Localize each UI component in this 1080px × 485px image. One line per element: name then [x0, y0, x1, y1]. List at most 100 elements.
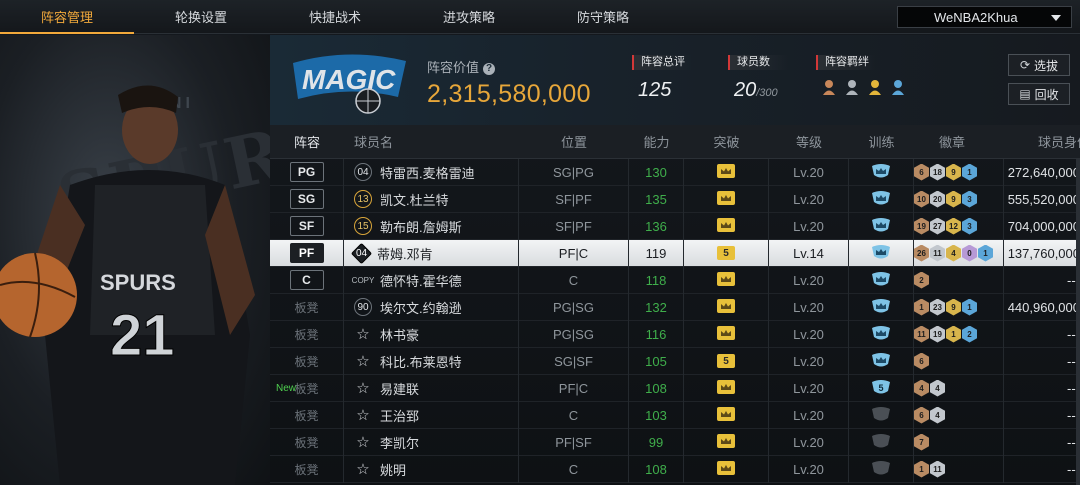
table-row[interactable]: SF 15 勒布朗.詹姆斯 SF|PF 136 Lv.20 19 27 12 3 704,000,0… [270, 212, 1080, 240]
recycle-button[interactable]: ▤ 回收 [1008, 83, 1070, 105]
training-cell[interactable]: 5 [849, 374, 914, 402]
training-cell[interactable] [849, 401, 914, 429]
tab-offense[interactable]: 进攻策略 [402, 0, 536, 34]
player-name-cell[interactable]: 13 凯文.杜兰特 [344, 185, 519, 213]
training-cell[interactable] [849, 428, 914, 456]
badge-icon: 3 [962, 217, 977, 235]
badges-cell[interactable]: 64 [914, 401, 1004, 429]
tab-defense[interactable]: 防守策略 [536, 0, 670, 34]
bond-icon-2[interactable] [843, 78, 861, 96]
player-name-cell[interactable]: ☆ 姚明 [344, 455, 519, 483]
breakthrough-cell[interactable]: 5 [684, 347, 769, 375]
training-cell[interactable] [849, 455, 914, 483]
breakthrough-cell[interactable] [684, 320, 769, 348]
badges-cell[interactable]: 6 [914, 347, 1004, 375]
training-cell[interactable] [849, 212, 914, 240]
lineup-slot[interactable]: 板凳 [270, 401, 344, 429]
training-cell[interactable] [849, 347, 914, 375]
training-cell[interactable] [849, 239, 914, 267]
player-name-cell[interactable]: 90 埃尔文.约翰逊 [344, 293, 519, 321]
badges-cell[interactable]: 2 [914, 266, 1004, 294]
breakthrough-cell[interactable]: 5 [684, 239, 769, 267]
lineup-slot[interactable]: SF [270, 212, 344, 240]
lineup-slot[interactable]: PF [270, 239, 344, 267]
table-row[interactable]: 板凳 ☆ 李凯尔 PF|SF 99 Lv.20 7 --- [270, 428, 1080, 456]
training-icon [871, 352, 891, 371]
crown-icon [717, 460, 735, 478]
lineup-slot[interactable]: 板凳 [270, 320, 344, 348]
tab-quick-tactics[interactable]: 快捷战术 [268, 0, 402, 34]
svg-text:21: 21 [110, 303, 175, 368]
table-row[interactable]: PG 04 特雷西.麦格雷迪 SG|PG 130 Lv.20 6 18 9 1 272,640,00… [270, 158, 1080, 186]
breakthrough-cell[interactable] [684, 266, 769, 294]
player-level: Lv.20 [769, 401, 849, 429]
player-name-cell[interactable]: ☆ 王治郅 [344, 401, 519, 429]
training-cell[interactable] [849, 320, 914, 348]
training-cell[interactable] [849, 185, 914, 213]
table-row[interactable]: 板凳 ☆ 姚明 C 108 Lv.20 1 11 --- [270, 455, 1080, 483]
table-row[interactable]: PF 04 蒂姆.邓肯 PF|C 119 5 Lv.14 26 11 4 0 1 137,760,000 [270, 239, 1080, 267]
breakthrough-cell[interactable] [684, 185, 769, 213]
player-name-cell[interactable]: ☆ 科比.布莱恩特 [344, 347, 519, 375]
bond-icon-3[interactable] [866, 78, 884, 96]
table-row[interactable]: SG 13 凯文.杜兰特 SF|PF 135 Lv.20 10 20 9 3 555,520,000 [270, 185, 1080, 213]
badges-cell[interactable]: 10 20 9 3 [914, 185, 1004, 213]
scrollbar[interactable] [1076, 159, 1080, 485]
table-row[interactable]: New 板凳 ☆ 易建联 PF|C 108 Lv.20 5 4 4 --- [270, 374, 1080, 402]
badge-icon: 9 [946, 298, 961, 316]
value-number: 2,315,580,000 [427, 80, 591, 108]
badges-cell[interactable]: 11 19 1 2 [914, 320, 1004, 348]
badges-cell[interactable]: 19 27 12 3 [914, 212, 1004, 240]
badges-cell[interactable]: 1 11 [914, 455, 1004, 483]
lineup-slot[interactable]: 板凳 [270, 428, 344, 456]
player-name-cell[interactable]: ☆ 林书豪 [344, 320, 519, 348]
table-row[interactable]: 板凳 ☆ 科比.布莱恩特 SG|SF 105 5 Lv.20 6 --- [270, 347, 1080, 375]
tab-lineup[interactable]: 阵容管理 [0, 0, 134, 34]
crown-icon [717, 217, 735, 235]
player-name-cell[interactable]: 04 蒂姆.邓肯 [344, 239, 519, 267]
table-row[interactable]: 板凳 90 埃尔文.约翰逊 PG|SG 132 Lv.20 1 23 9 1 440,960,000 [270, 293, 1080, 321]
breakthrough-cell[interactable] [684, 401, 769, 429]
account-dropdown[interactable]: WeNBA2Khua [897, 6, 1072, 28]
table-row[interactable]: 板凳 ☆ 王治郅 C 103 Lv.20 6 4 --- [270, 401, 1080, 429]
bench-label: 板凳 [294, 462, 319, 477]
breakthrough-cell[interactable] [684, 455, 769, 483]
help-icon[interactable]: ? [483, 63, 496, 75]
lineup-slot[interactable]: SG [270, 185, 344, 213]
select-button[interactable]: ⟳ 选拔 [1008, 54, 1070, 76]
player-name-cell[interactable]: ☆ 李凯尔 [344, 428, 519, 456]
badges-cell[interactable]: 44 [914, 374, 1004, 402]
breakthrough-cell[interactable] [684, 212, 769, 240]
training-cell[interactable] [849, 293, 914, 321]
training-icon [871, 460, 891, 479]
badges-cell[interactable]: 6 18 9 1 [914, 158, 1004, 186]
player-level: Lv.20 [769, 428, 849, 456]
lineup-slot[interactable]: 板凳 [270, 455, 344, 483]
player-name-cell[interactable]: ☆ 易建联 [344, 374, 519, 402]
table-row[interactable]: 板凳 ☆ 林书豪 PG|SG 116 Lv.20 11 19 1 2 --- [270, 320, 1080, 348]
lineup-slot[interactable]: PG [270, 158, 344, 186]
bond-icon-1[interactable] [820, 78, 838, 96]
badges-cell[interactable]: 1 23 9 1 [914, 293, 1004, 321]
training-cell[interactable] [849, 266, 914, 294]
player-name-cell[interactable]: 04 特雷西.麦格雷迪 [344, 158, 519, 186]
badges-cell[interactable]: 26 11 4 0 1 [914, 239, 1004, 267]
bond-icon-4[interactable] [889, 78, 907, 96]
badge-icon: 4 [930, 406, 945, 424]
breakthrough-cell[interactable] [684, 158, 769, 186]
player-name-cell[interactable]: 15 勒布朗.詹姆斯 [344, 212, 519, 240]
rating-value: 125 [638, 79, 672, 101]
training-cell[interactable] [849, 158, 914, 186]
badges-cell[interactable]: 7 [914, 428, 1004, 456]
lineup-slot[interactable]: 板凳 [270, 293, 344, 321]
breakthrough-cell[interactable] [684, 374, 769, 402]
breakthrough-cell[interactable] [684, 293, 769, 321]
table-row[interactable]: C COPY 德怀特.霍华德 C 118 Lv.20 2 --- [270, 266, 1080, 294]
lineup-slot[interactable]: C [270, 266, 344, 294]
tab-rotation[interactable]: 轮换设置 [134, 0, 268, 34]
player-level: Lv.20 [769, 320, 849, 348]
breakthrough-cell[interactable] [684, 428, 769, 456]
badge-icon: 1 [914, 298, 929, 316]
player-name-cell[interactable]: COPY 德怀特.霍华德 [344, 266, 519, 294]
lineup-slot[interactable]: 板凳 [270, 347, 344, 375]
